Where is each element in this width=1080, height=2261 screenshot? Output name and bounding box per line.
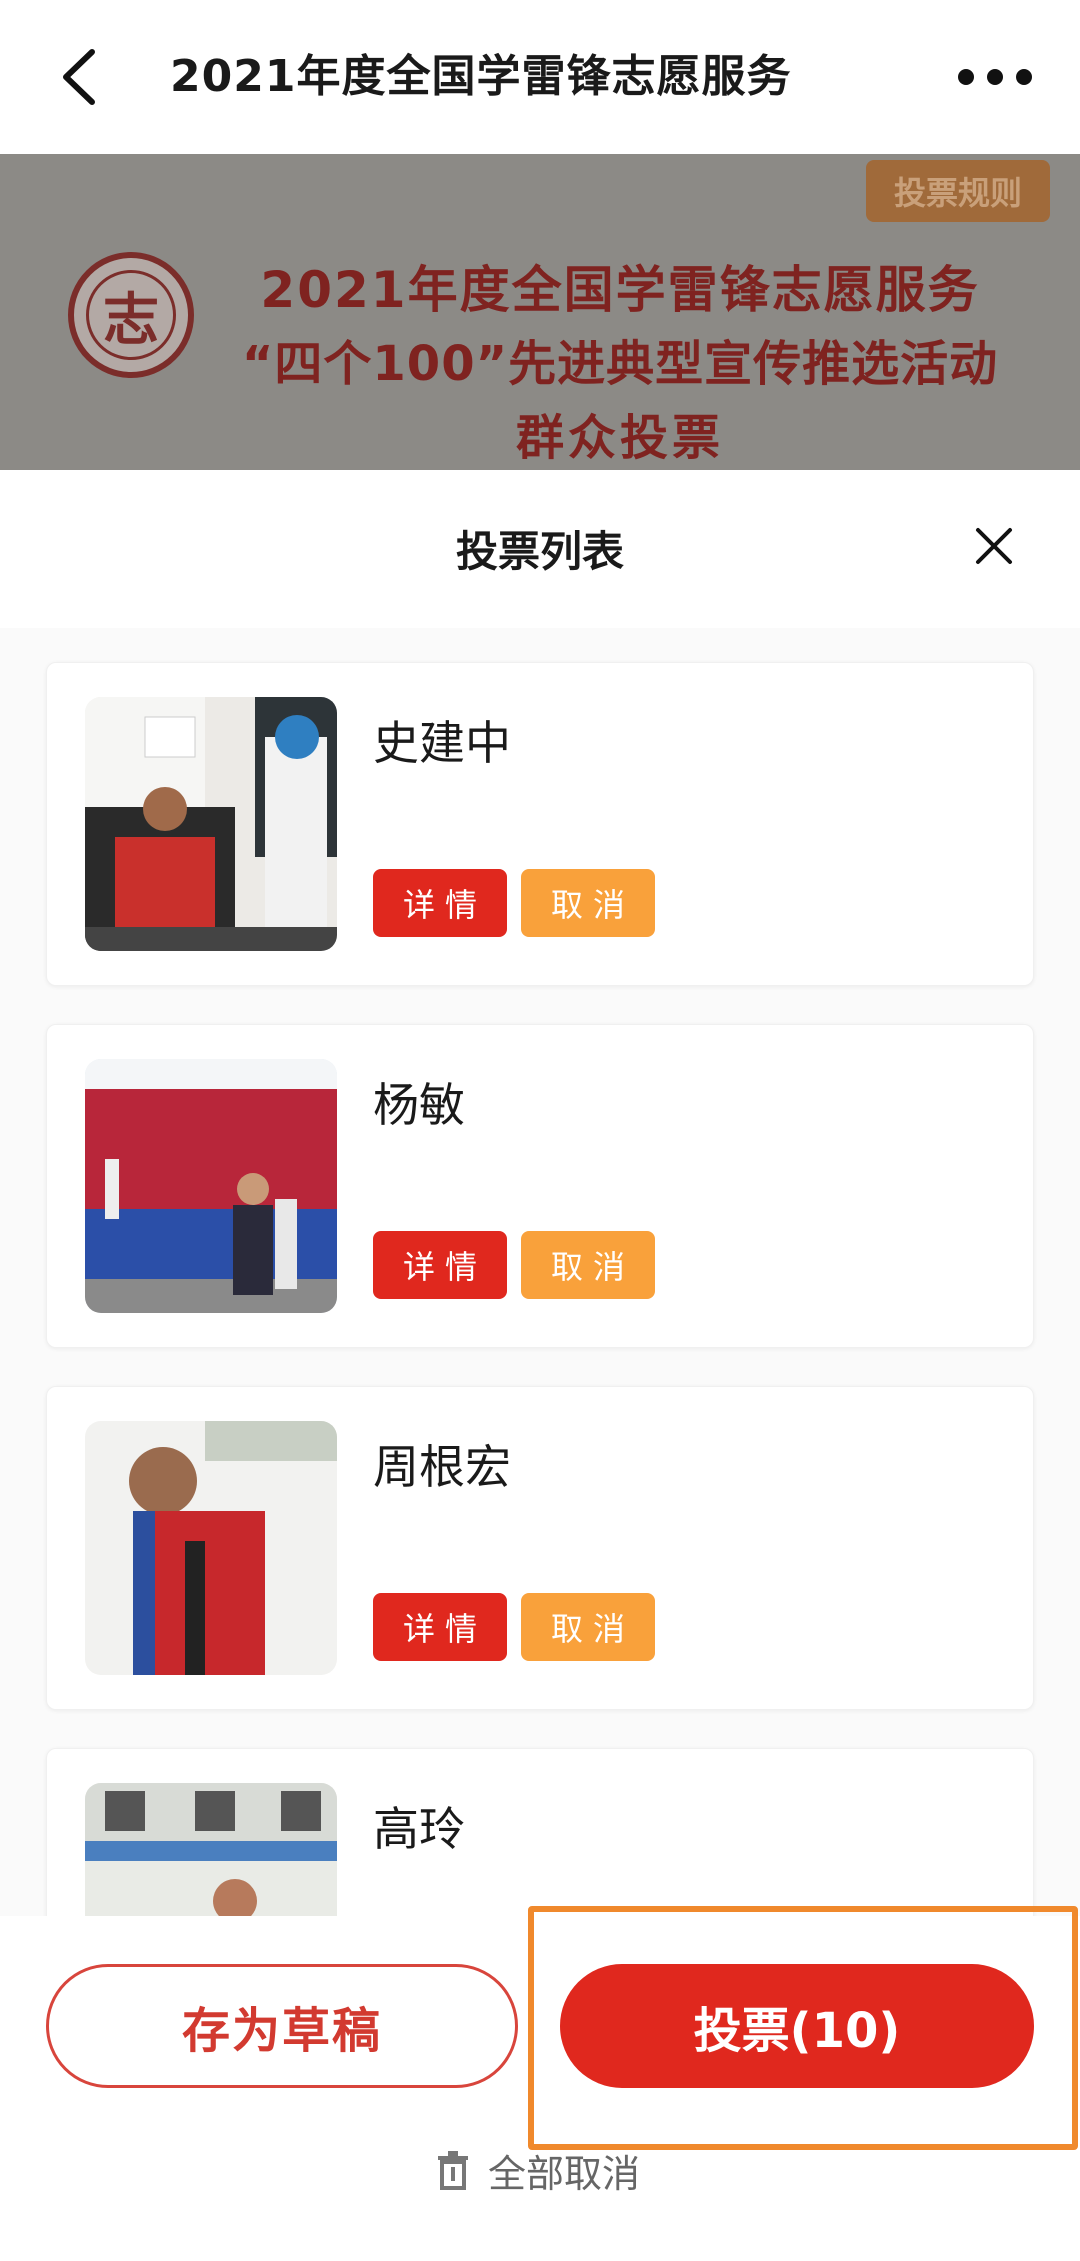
candidate-card: 周根宏 详情 取消 — [46, 1386, 1034, 1710]
more-dot — [987, 69, 1003, 85]
candidate-name: 杨敏 — [373, 1078, 465, 1132]
cancel-vote-button[interactable]: 取消 — [521, 1593, 655, 1661]
volunteer-emblem-logo: 志 — [68, 252, 194, 378]
candidate-name: 周根宏 — [373, 1440, 511, 1494]
sheet-title: 投票列表 — [455, 527, 624, 576]
cancel-vote-button[interactable]: 取消 — [521, 1231, 655, 1299]
page-title: 2021年度全国学雷锋志愿服务 — [170, 51, 792, 102]
close-icon — [976, 528, 1012, 564]
candidate-card: 史建中 详情 取消 — [46, 662, 1034, 986]
candidate-photo — [85, 697, 337, 951]
top-nav-bar: 2021年度全国学雷锋志愿服务 — [0, 0, 1080, 154]
banner-title-line3: 群众投票 — [515, 410, 724, 466]
candidate-photo — [85, 1421, 337, 1675]
back-button[interactable] — [56, 42, 116, 112]
more-dot — [1016, 69, 1032, 85]
more-button[interactable] — [958, 60, 1032, 94]
detail-button[interactable]: 详情 — [373, 869, 507, 937]
detail-button[interactable]: 详情 — [373, 1231, 507, 1299]
detail-button[interactable]: 详情 — [373, 1593, 507, 1661]
emblem-char: 志 — [86, 270, 176, 360]
more-dots-icon — [958, 69, 974, 85]
voting-rules-button[interactable]: 投票规则 — [866, 160, 1050, 222]
candidate-card: 高玲 详情 取消 — [46, 1748, 1034, 1916]
banner-title-line1: 2021年度全国学雷锋志愿服务 — [260, 261, 980, 319]
chevron-left-icon — [63, 49, 95, 105]
cancel-vote-button[interactable]: 取消 — [521, 869, 655, 937]
candidate-list[interactable]: 史建中 详情 取消 杨敏 详情 取消 周根宏 详情 取消 高玲 — [0, 628, 1080, 1916]
cancel-all-label: 全部取消 — [488, 2151, 641, 2196]
close-sheet-button[interactable] — [970, 522, 1018, 570]
candidate-name: 史建中 — [373, 716, 511, 770]
submit-vote-button[interactable]: 投票(10) — [560, 1964, 1034, 2088]
candidate-photo — [85, 1783, 337, 1916]
banner-title-line2: “四个100”先进典型宣传推选活动 — [241, 336, 999, 392]
candidate-photo — [85, 1059, 337, 1313]
candidate-card: 杨敏 详情 取消 — [46, 1024, 1034, 1348]
bottom-action-bar: 存为草稿 投票(10) — [0, 1916, 1080, 2261]
vote-list-sheet-header: 投票列表 — [0, 470, 1080, 628]
campaign-banner: 投票规则 志 2021年度全国学雷锋志愿服务 “四个100”先进典型宣传推选活动… — [0, 154, 1080, 470]
candidate-name: 高玲 — [373, 1802, 465, 1856]
trash-icon — [438, 2151, 468, 2190]
save-draft-button[interactable]: 存为草稿 — [46, 1964, 518, 2088]
cancel-all-button[interactable]: 全部取消 — [436, 2142, 640, 2198]
